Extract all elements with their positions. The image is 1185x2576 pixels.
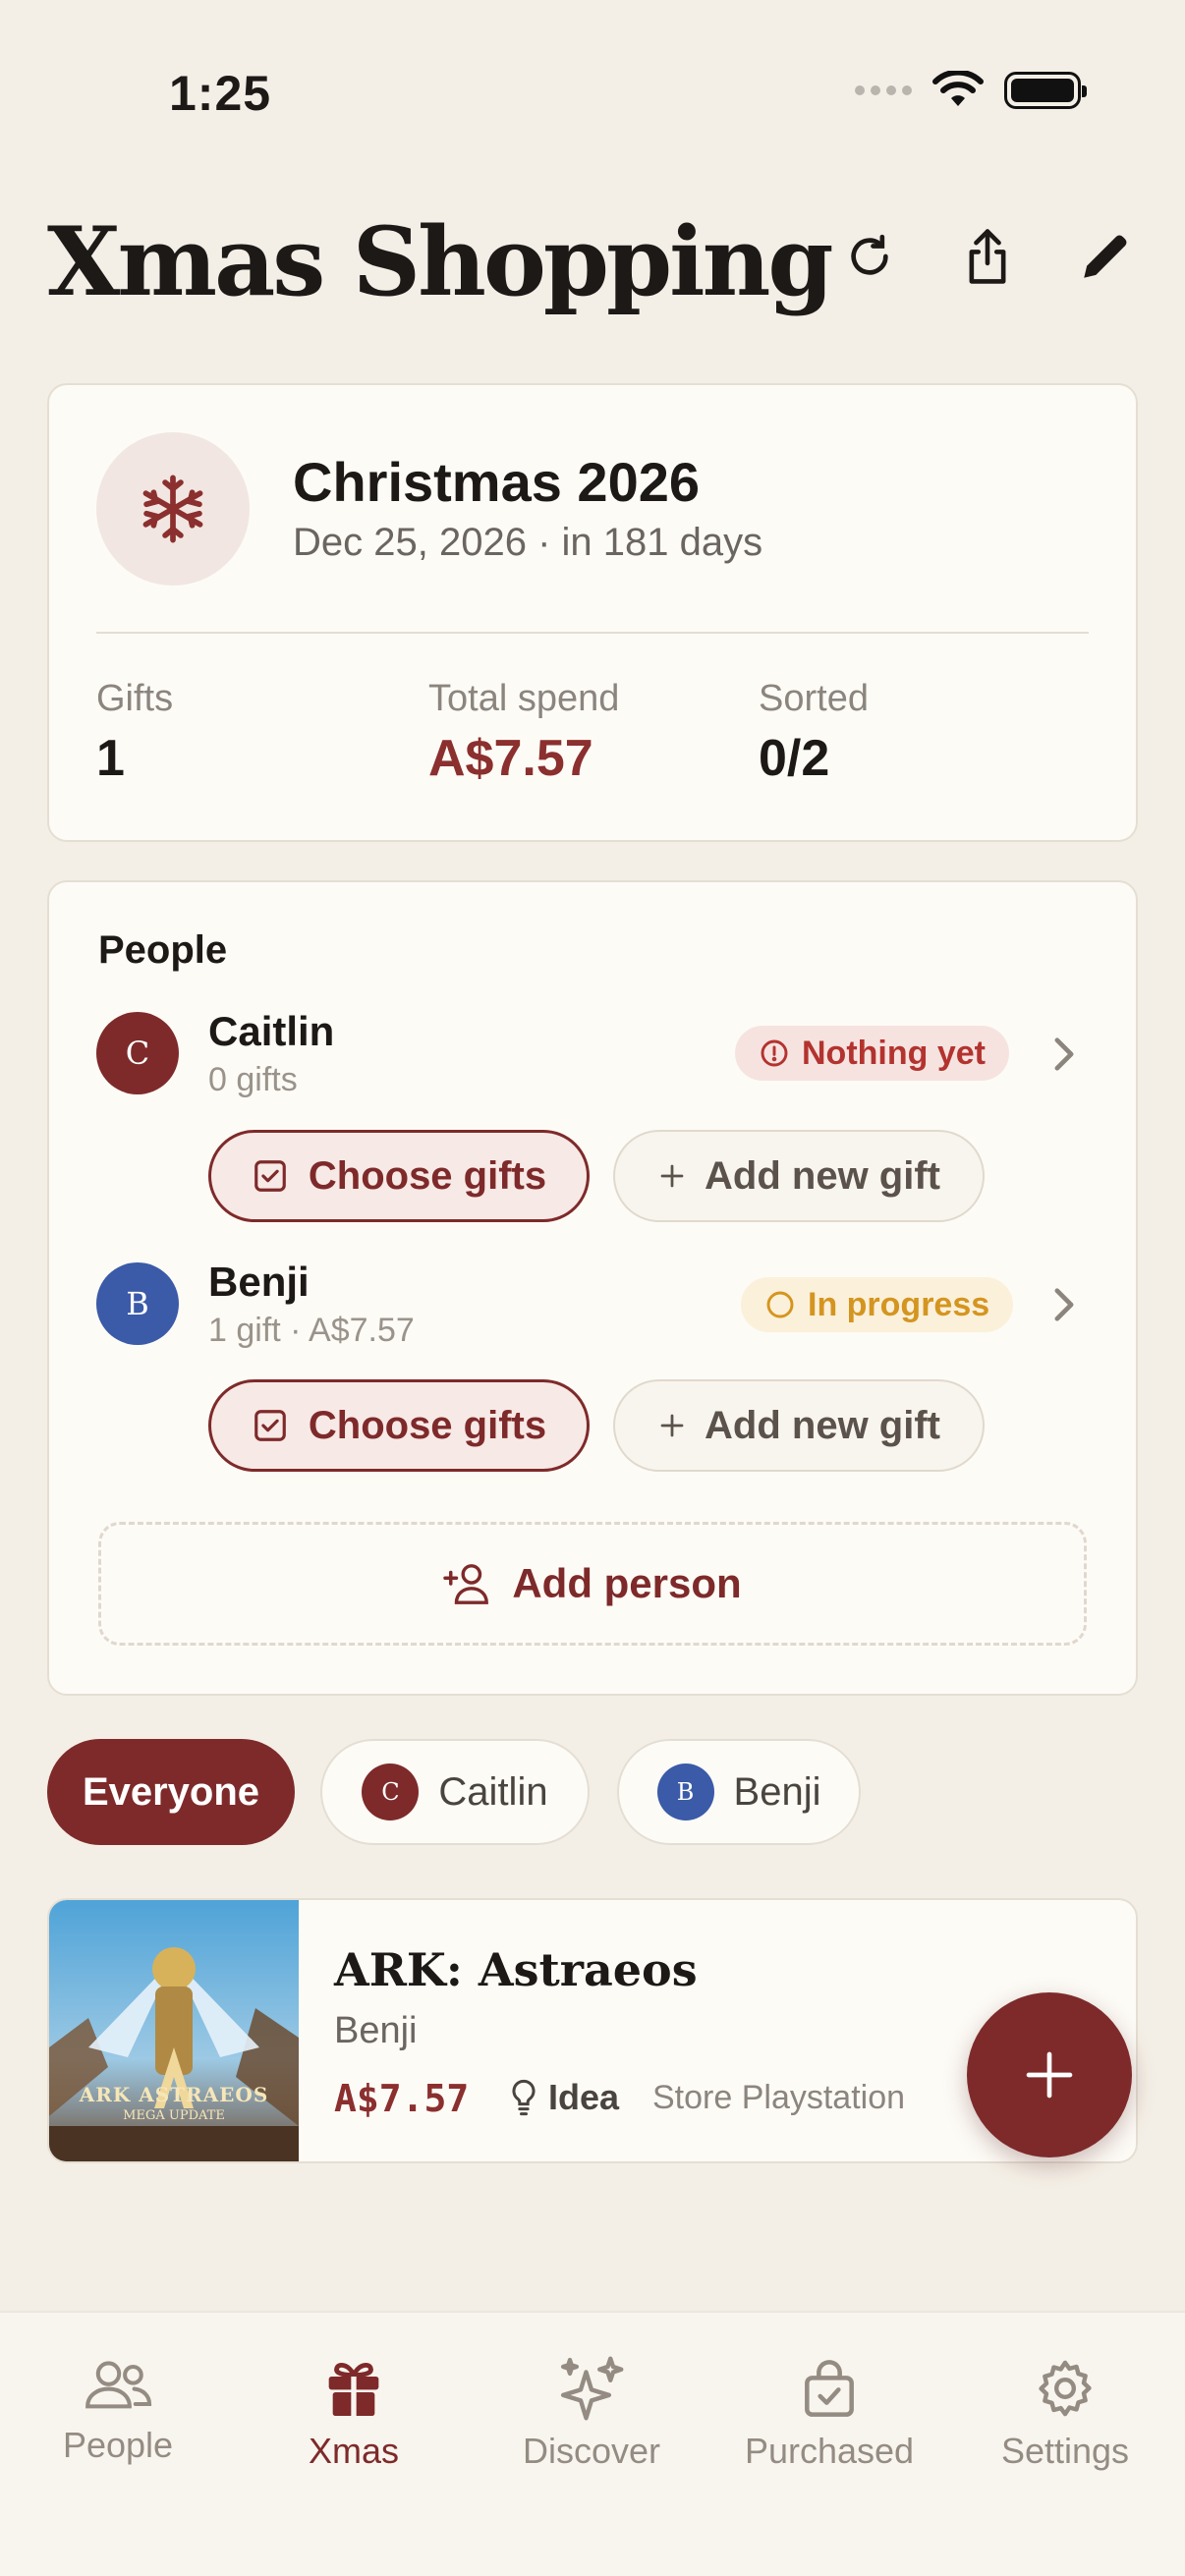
plus-icon [660,1414,684,1437]
avatar-caitlin: C [96,1012,179,1094]
add-gift-fab[interactable] [967,1992,1132,2157]
refresh-button[interactable] [835,222,904,291]
add-new-gift-label: Add new gift [705,1403,940,1447]
edit-button[interactable] [1071,222,1140,291]
event-title: Christmas 2026 [293,451,701,513]
add-new-gift-button[interactable]: Add new gift [613,1379,985,1472]
gift-status-label: Idea [548,2077,620,2117]
filter-caitlin[interactable]: C Caitlin [320,1739,590,1845]
gift-price: A$7.57 [334,2077,470,2120]
stat-sorted-value: 0/2 [759,730,830,787]
tab-label: Discover [522,2431,661,2471]
event-icon-circle [96,432,250,586]
status-icons [855,71,1087,110]
person-name[interactable]: Caitlin [208,1008,334,1055]
plus-icon [660,1164,684,1188]
gift-store: Store Playstation [652,2079,906,2116]
people-icon [85,2361,152,2409]
signal-icon [855,85,912,95]
tab-label: Purchased [744,2431,915,2471]
tab-xmas[interactable]: Xmas [246,2356,462,2472]
person-name[interactable]: Benji [208,1259,310,1306]
gift-recipient: Benji [334,2010,418,2051]
gift-thumb-subtitle: MEGA UPDATE [123,2108,225,2123]
stat-spend-value: A$7.57 [428,730,593,787]
sparkles-icon [560,2356,624,2421]
gift-thumbnail: ARK ASTRAEOS MEGA UPDATE [49,1900,299,2161]
circle-icon [766,1291,794,1318]
chevron-right-icon [1054,1037,1074,1071]
status-time: 1:25 [169,66,272,121]
gift-icon [328,2362,379,2416]
gear-icon [1039,2360,1092,2417]
stat-sorted-label: Sorted [759,678,869,719]
page-title: Xmas Shopping [47,206,834,317]
choose-gifts-label: Choose gifts [308,1153,547,1198]
event-date: Dec 25, 2026 · in 181 days [293,521,763,564]
stat-gifts-value: 1 [96,730,125,787]
tab-label: Xmas [308,2431,400,2471]
gift-status: Idea [509,2077,619,2118]
avatar-benji: B [656,1764,714,1820]
wifi-icon [932,71,984,106]
filter-label: Benji [733,1769,821,1814]
tab-discover[interactable]: Discover [483,2356,700,2472]
tab-purchased[interactable]: Purchased [721,2356,937,2472]
tab-label: Settings [1000,2431,1130,2471]
alert-circle-icon [761,1039,788,1067]
avatar-caitlin: C [362,1764,420,1820]
gift-title: ARK: Astraeos [334,1943,698,1996]
status-badge: In progress [741,1277,1014,1332]
add-person-button[interactable]: Add person [98,1522,1087,1646]
avatar-benji: B [96,1262,179,1345]
choose-gifts-button[interactable]: Choose gifts [208,1130,590,1222]
checkbox-icon [254,1160,286,1192]
tab-people[interactable]: People [10,2356,226,2466]
filter-label: Everyone [82,1769,260,1814]
stat-spend-label: Total spend [428,678,620,719]
people-section-title: People [98,928,228,972]
add-person-label: Add person [512,1560,742,1606]
share-button[interactable] [953,222,1022,291]
tab-label: People [62,2425,174,2465]
person-gift-count: 1 gift · A$7.57 [208,1312,415,1349]
person-detail-button[interactable] [1049,1036,1079,1078]
choose-gifts-label: Choose gifts [308,1403,547,1447]
status-badge-label: Nothing yet [802,1034,986,1072]
add-person-icon [443,1564,489,1604]
filter-benji[interactable]: B Benji [617,1739,861,1845]
refresh-icon [851,234,888,275]
share-icon [969,229,1006,284]
person-detail-button[interactable] [1049,1286,1079,1328]
stat-gifts-label: Gifts [96,678,174,719]
add-new-gift-label: Add new gift [705,1153,940,1198]
filter-label: Caitlin [438,1769,548,1814]
checkbox-icon [254,1410,286,1441]
status-badge: Nothing yet [735,1026,1009,1081]
add-new-gift-button[interactable]: Add new gift [613,1130,985,1222]
lightbulb-icon [512,2079,536,2116]
bag-check-icon [805,2360,854,2417]
gift-card[interactable]: ARK ASTRAEOS MEGA UPDATE ARK: Astraeos B… [47,1898,1138,2163]
gift-thumb-title: ARK ASTRAEOS [79,2083,269,2106]
filter-everyone[interactable]: Everyone [47,1739,295,1845]
divider [96,632,1089,634]
snowflake-icon [142,475,203,543]
chevron-right-icon [1054,1288,1074,1321]
battery-icon [1004,72,1087,109]
status-badge-label: In progress [808,1285,990,1323]
pencil-icon [1084,235,1127,278]
choose-gifts-button[interactable]: Choose gifts [208,1379,590,1472]
tab-settings[interactable]: Settings [957,2356,1173,2472]
person-gift-count: 0 gifts [208,1061,298,1098]
plus-icon [1026,2051,1073,2099]
